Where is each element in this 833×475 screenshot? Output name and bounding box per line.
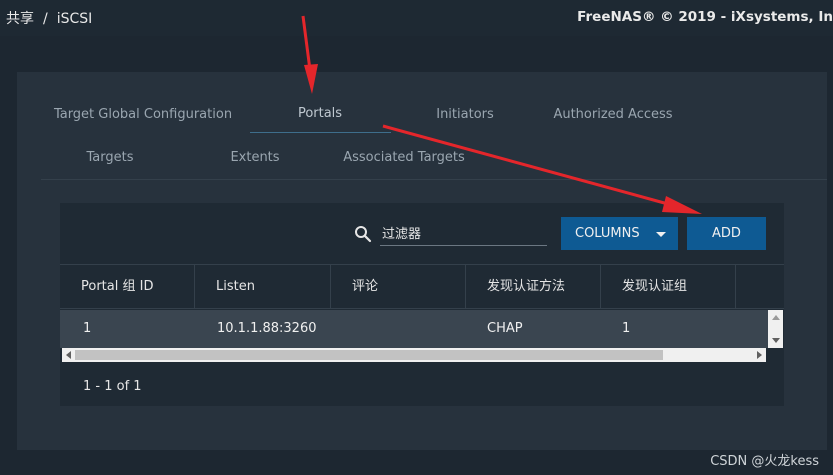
copyright-text: FreeNAS® © 2019 - iXsystems, In	[577, 9, 833, 25]
cell-portal-group-id: 1	[83, 321, 92, 336]
arrow-left-icon[interactable]	[66, 351, 71, 359]
horizontal-scrollbar[interactable]	[62, 348, 766, 362]
portals-table-panel: COLUMNS ADD Portal 组 ID Listen 评论 发现认证方法…	[60, 203, 784, 406]
breadcrumb: 共享 / iSCSI	[6, 8, 101, 28]
tab-authorized-access[interactable]: Authorized Access	[553, 107, 672, 122]
pagination-info: 1 - 1 of 1	[83, 379, 142, 394]
tab-target-global-configuration[interactable]: Target Global Configuration	[54, 107, 232, 122]
active-tab-indicator	[250, 132, 391, 133]
arrow-up-icon[interactable]	[772, 315, 780, 320]
scrollbar-thumb[interactable]	[75, 350, 663, 360]
top-bar: 共享 / iSCSI FreeNAS® © 2019 - iXsystems, In	[0, 0, 833, 36]
tab-initiators[interactable]: Initiators	[436, 107, 494, 122]
tab-portals[interactable]: Portals	[298, 106, 342, 121]
column-header-discovery-auth-method[interactable]: 发现认证方法	[466, 265, 601, 308]
column-header-listen[interactable]: Listen	[195, 265, 331, 308]
breadcrumb-separator: /	[43, 11, 48, 27]
arrow-right-icon[interactable]	[757, 351, 762, 359]
columns-button-label: COLUMNS	[575, 226, 640, 241]
cell-discovery-auth-group: 1	[622, 321, 631, 336]
column-header-portal-group-id[interactable]: Portal 组 ID	[60, 265, 195, 308]
column-header-discovery-auth-group[interactable]: 发现认证组	[601, 265, 736, 308]
column-header-comment[interactable]: 评论	[331, 265, 466, 308]
watermark-text: CSDN @火龙kess	[710, 454, 819, 469]
table-row[interactable]: 1 10.1.1.88:3260 CHAP 1	[60, 310, 768, 348]
columns-button[interactable]: COLUMNS	[561, 217, 678, 250]
cell-listen: 10.1.1.88:3260	[217, 321, 317, 336]
table-header: Portal 组 ID Listen 评论 发现认证方法 发现认证组	[60, 264, 784, 309]
vertical-scrollbar[interactable]	[768, 310, 783, 348]
tab-associated-targets[interactable]: Associated Targets	[343, 150, 465, 165]
tab-extents[interactable]: Extents	[230, 150, 279, 165]
arrow-down-icon[interactable]	[772, 338, 780, 343]
filter-input[interactable]	[380, 223, 547, 246]
search-icon	[355, 226, 372, 243]
iscsi-card: Target Global Configuration Portals Init…	[17, 72, 827, 450]
breadcrumb-item-iscsi: iSCSI	[56, 11, 93, 27]
tab-targets[interactable]: Targets	[87, 150, 134, 165]
cell-discovery-auth-method: CHAP	[487, 321, 523, 336]
add-button[interactable]: ADD	[687, 217, 766, 250]
breadcrumb-item-sharing[interactable]: 共享	[6, 11, 34, 27]
chevron-down-icon	[656, 232, 666, 237]
tabs-divider	[41, 179, 827, 180]
